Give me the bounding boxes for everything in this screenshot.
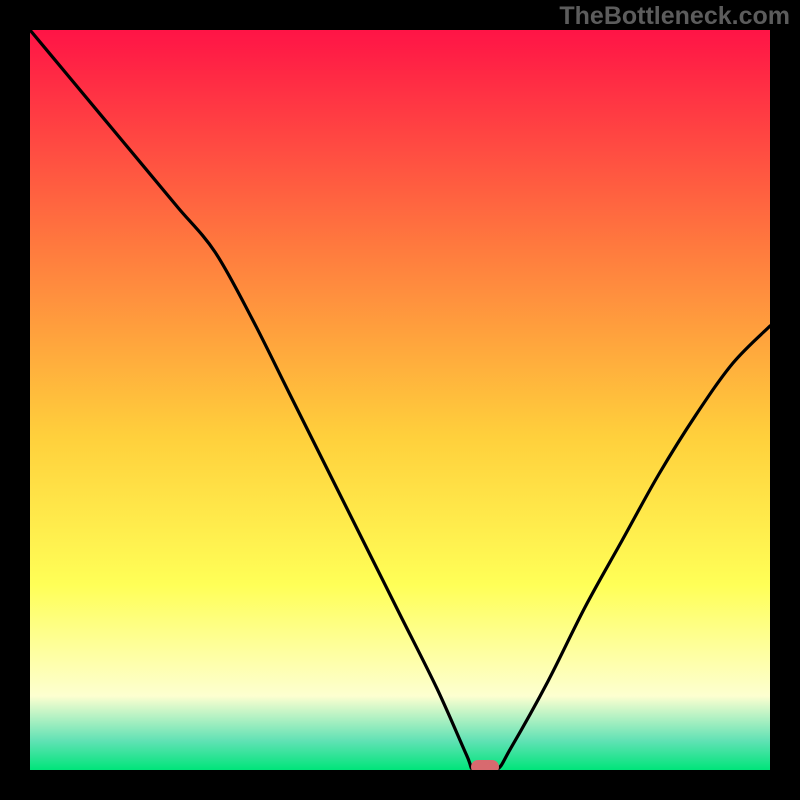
plot-area — [30, 30, 770, 770]
watermark-text: TheBottleneck.com — [559, 2, 790, 31]
optimal-point-marker — [471, 760, 499, 770]
chart-frame: TheBottleneck.com — [0, 0, 800, 800]
bottleneck-curve — [30, 30, 770, 770]
